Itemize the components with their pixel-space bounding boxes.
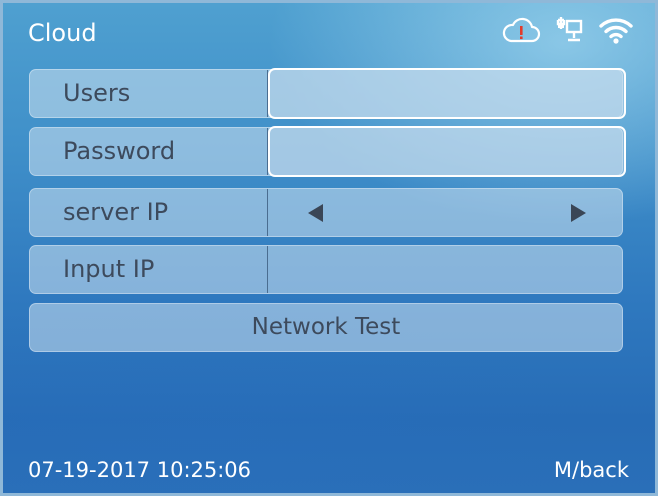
input-ip-row[interactable]: Input IP [29, 245, 623, 294]
back-button[interactable]: M/back [554, 458, 629, 482]
users-input[interactable] [268, 68, 626, 119]
password-input[interactable] [268, 126, 626, 177]
arrow-left-icon[interactable] [308, 203, 323, 222]
status-bar [501, 13, 633, 47]
page-title: Cloud [28, 19, 97, 47]
users-row[interactable]: Users [29, 68, 626, 119]
cloud-alert-icon [501, 17, 541, 43]
password-label: Password [30, 128, 268, 175]
password-row[interactable]: Password [29, 126, 626, 177]
cloud-settings-screen: Cloud Users Password server IP Input IP … [0, 0, 658, 496]
users-label: Users [30, 70, 268, 117]
server-ip-label: server IP [30, 189, 268, 236]
datetime-display: 07-19-2017 10:25:06 [28, 458, 252, 482]
ethernet-icon [555, 15, 585, 45]
wifi-icon [599, 16, 633, 44]
arrow-right-icon[interactable] [571, 203, 586, 222]
server-ip-row[interactable]: server IP [29, 188, 623, 237]
network-test-button[interactable]: Network Test [29, 303, 623, 352]
input-ip-field[interactable] [268, 246, 622, 293]
server-ip-selector[interactable] [268, 189, 622, 236]
input-ip-label: Input IP [30, 246, 268, 293]
